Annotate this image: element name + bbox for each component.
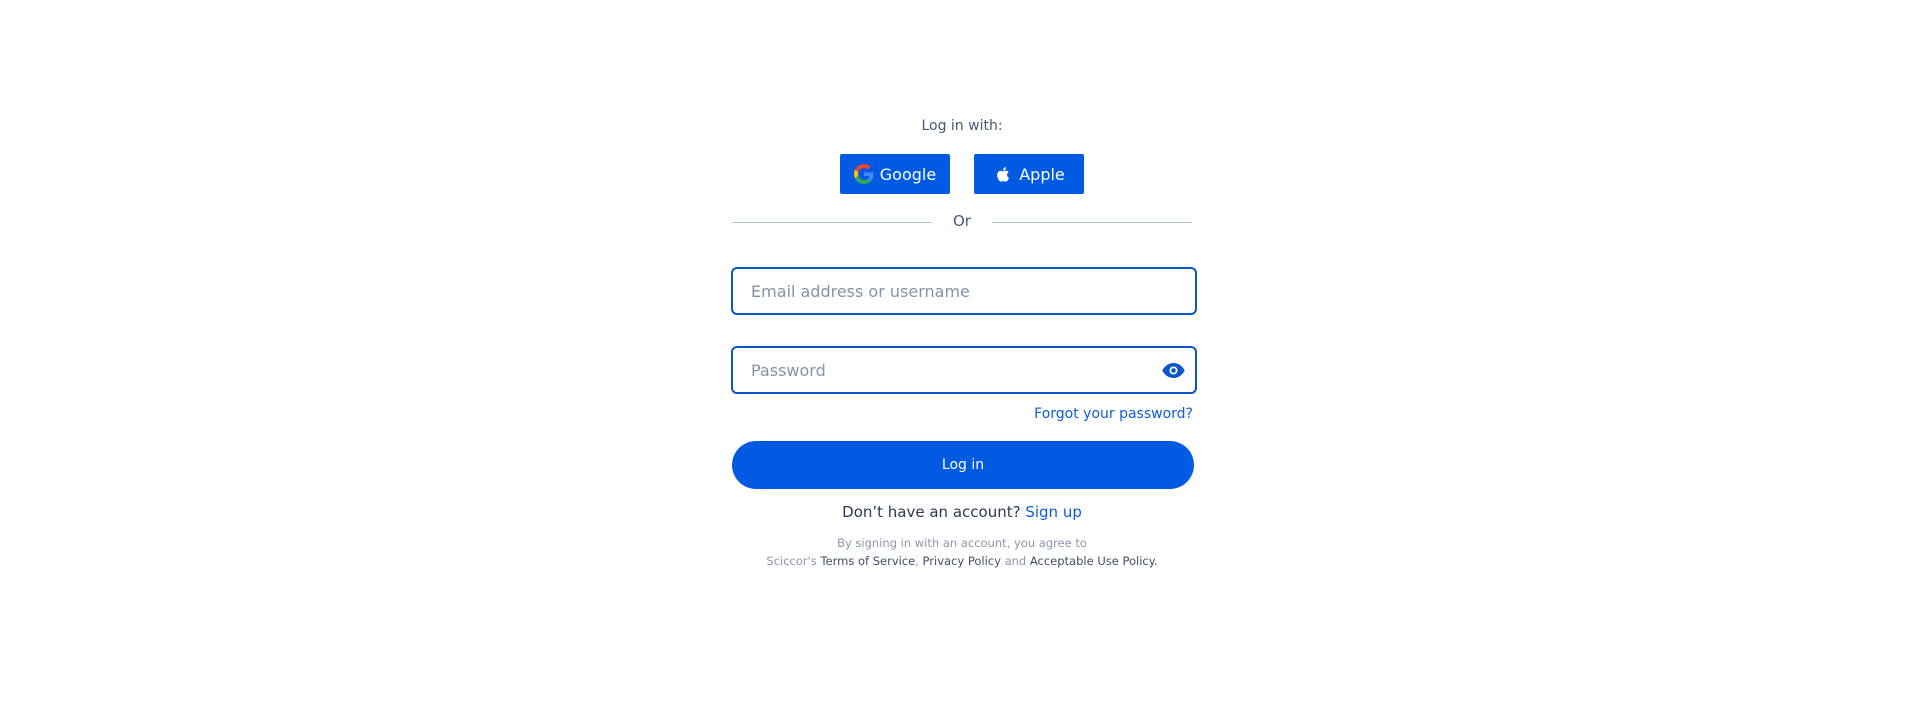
apple-login-label: Apple: [1019, 164, 1065, 184]
forgot-password-link[interactable]: Forgot your password?: [1034, 406, 1193, 422]
signup-prompt-text: Don’t have an account?: [842, 503, 1021, 521]
social-login-prompt: Log in with:: [921, 118, 1003, 134]
legal-prefix: Sciccor's: [766, 554, 817, 568]
legal-line-2: Sciccor's Terms of Service, Privacy Poli…: [691, 552, 1233, 570]
acceptable-use-policy-link[interactable]: Acceptable Use Policy.: [1030, 554, 1158, 568]
terms-of-service-link[interactable]: Terms of Service: [820, 554, 915, 568]
signup-link[interactable]: Sign up: [1025, 503, 1082, 521]
social-login-buttons: Google Apple: [731, 154, 1193, 194]
password-input[interactable]: [733, 348, 1151, 392]
password-field-wrapper: [731, 346, 1197, 394]
google-login-button[interactable]: Google: [840, 154, 950, 194]
email-input[interactable]: [733, 269, 1151, 313]
signup-prompt: Don’t have an account? Sign up: [731, 503, 1193, 521]
legal-notice: By signing in with an account, you agree…: [691, 534, 1233, 570]
privacy-policy-link[interactable]: Privacy Policy: [923, 554, 1001, 568]
legal-separator: ,: [915, 554, 919, 568]
divider-line-right: [992, 222, 1192, 223]
login-panel: Log in with: Google Apple Or Email addre…: [731, 0, 1197, 715]
eye-icon[interactable]: [1161, 359, 1185, 381]
apple-login-button[interactable]: Apple: [974, 154, 1084, 194]
apple-icon: [993, 164, 1013, 184]
divider-label: Or: [953, 212, 971, 230]
or-divider: Or: [731, 212, 1193, 232]
email-field-wrapper: [731, 267, 1197, 315]
legal-line-1: By signing in with an account, you agree…: [837, 536, 1087, 550]
login-button[interactable]: Log in: [732, 441, 1194, 489]
google-login-label: Google: [879, 164, 937, 184]
google-icon: [853, 164, 874, 184]
legal-and: and: [1004, 554, 1027, 568]
